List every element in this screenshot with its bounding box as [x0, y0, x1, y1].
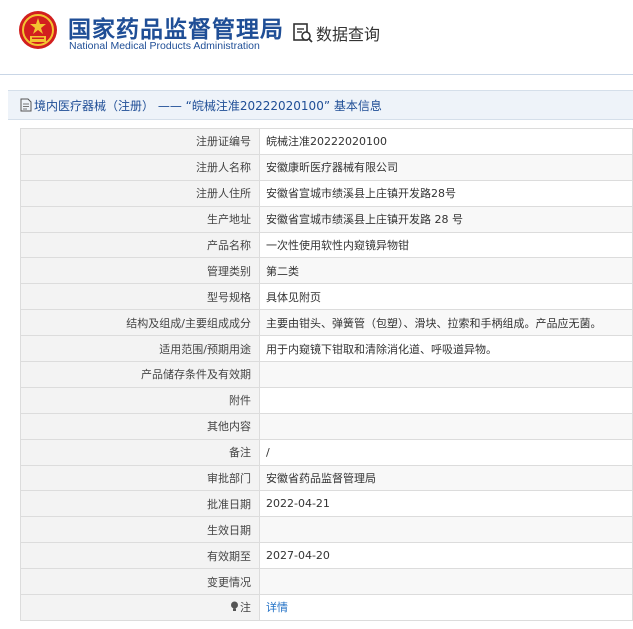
field-value [259, 516, 633, 544]
field-value: 用于内窥镜下钳取和清除消化道、呼吸道异物。 [259, 335, 633, 363]
org-name-en: National Medical Products Administration [69, 40, 260, 52]
field-label: 生产地址 [20, 205, 260, 233]
field-value [259, 568, 633, 596]
table-row: 批准日期 2022-04-21 [20, 490, 633, 518]
field-value: 安徽省药品监督管理局 [259, 464, 633, 492]
table-row: 生产地址 安徽省宣城市绩溪县上庄镇开发路 28 号 [20, 205, 633, 233]
table-row: 产品名称 一次性使用软性内窥镜异物钳 [20, 231, 633, 259]
note-label: 注 [240, 601, 251, 615]
table-row: 变更情况 [20, 568, 633, 596]
field-value: / [259, 438, 633, 466]
table-row: 注册证编号 皖械注准20222020100 [20, 128, 633, 155]
field-label: 注册人住所 [20, 179, 260, 207]
field-value: 2022-04-21 [259, 490, 633, 518]
table-row: 结构及组成/主要组成成分 主要由钳头、弹簧管（包塑）、滑块、拉索和手柄组成。产品应… [20, 309, 633, 337]
table-row: 审批部门 安徽省药品监督管理局 [20, 464, 633, 492]
field-value: 安徽省宣城市绩溪县上庄镇开发路 28 号 [259, 205, 633, 233]
field-value [259, 412, 633, 440]
table-row: 适用范围/预期用途 用于内窥镜下钳取和清除消化道、呼吸道异物。 [20, 335, 633, 363]
field-value: 主要由钳头、弹簧管（包塑）、滑块、拉索和手柄组成。产品应无菌。 [259, 309, 633, 337]
table-row: 型号规格 具体见附页 [20, 283, 633, 311]
field-value: 具体见附页 [259, 283, 633, 311]
field-label: 适用范围/预期用途 [20, 335, 260, 363]
field-label: 附件 [20, 386, 260, 414]
table-row: 生效日期 [20, 516, 633, 544]
field-label: 产品储存条件及有效期 [20, 361, 260, 388]
field-value: 安徽省宣城市绩溪县上庄镇开发路28号 [259, 179, 633, 207]
field-label: 审批部门 [20, 464, 260, 492]
header-divider [0, 74, 633, 75]
data-query-link[interactable]: 数据查询 [316, 21, 380, 45]
field-value: 第二类 [259, 257, 633, 285]
table-row: 注册人名称 安徽康昕医疗器械有限公司 [20, 153, 633, 181]
field-label: 注册证编号 [20, 128, 260, 155]
field-label: 产品名称 [20, 231, 260, 259]
field-label: 注册人名称 [20, 153, 260, 181]
field-value [259, 386, 633, 414]
note-label-cell: 注 [20, 594, 260, 621]
field-label: 变更情况 [20, 568, 260, 596]
section-title: 境内医疗器械（注册） —— “皖械注准20222020100” 基本信息 [34, 99, 382, 113]
field-label: 批准日期 [20, 490, 260, 518]
field-label: 管理类别 [20, 257, 260, 285]
table-row: 附件 [20, 386, 633, 414]
field-value: 皖械注准20222020100 [259, 128, 633, 155]
national-emblem-icon [19, 11, 57, 49]
field-label: 其他内容 [20, 412, 260, 440]
org-name-cn: 国家药品监督管理局 [68, 17, 284, 43]
device-info-table: 注册证编号 皖械注准20222020100 注册人名称 安徽康昕医疗器械有限公司 注册人… [20, 128, 633, 621]
lightbulb-icon [231, 601, 238, 612]
field-label: 结构及组成/主要组成成分 [20, 309, 260, 337]
data-query-icon[interactable] [292, 22, 314, 44]
field-label: 有效期至 [20, 542, 260, 570]
field-value: 一次性使用软性内窥镜异物钳 [259, 231, 633, 259]
table-row: 其他内容 [20, 412, 633, 440]
field-label: 生效日期 [20, 516, 260, 544]
field-label: 型号规格 [20, 283, 260, 311]
table-row: 产品储存条件及有效期 [20, 361, 633, 388]
field-label: 备注 [20, 438, 260, 466]
site-header: 国家药品监督管理局 National Medical Products Admi… [0, 0, 633, 72]
info-table-wrap: 注册证编号 皖械注准20222020100 注册人名称 安徽康昕医疗器械有限公司 注册人… [20, 128, 633, 621]
table-row: 有效期至 2027-04-20 [20, 542, 633, 570]
table-row: 注册人住所 安徽省宣城市绩溪县上庄镇开发路28号 [20, 179, 633, 207]
note-value-cell: 详情 [259, 594, 633, 621]
details-link[interactable]: 详情 [266, 601, 288, 614]
table-row: 管理类别 第二类 [20, 257, 633, 285]
section-title-bar: 境内医疗器械（注册） —— “皖械注准20222020100” 基本信息 [8, 90, 633, 120]
field-value: 安徽康昕医疗器械有限公司 [259, 153, 633, 181]
document-icon [20, 98, 32, 112]
table-row: 备注 / [20, 438, 633, 466]
field-value: 2027-04-20 [259, 542, 633, 570]
table-row-note: 注 详情 [20, 594, 633, 621]
field-value [259, 361, 633, 388]
